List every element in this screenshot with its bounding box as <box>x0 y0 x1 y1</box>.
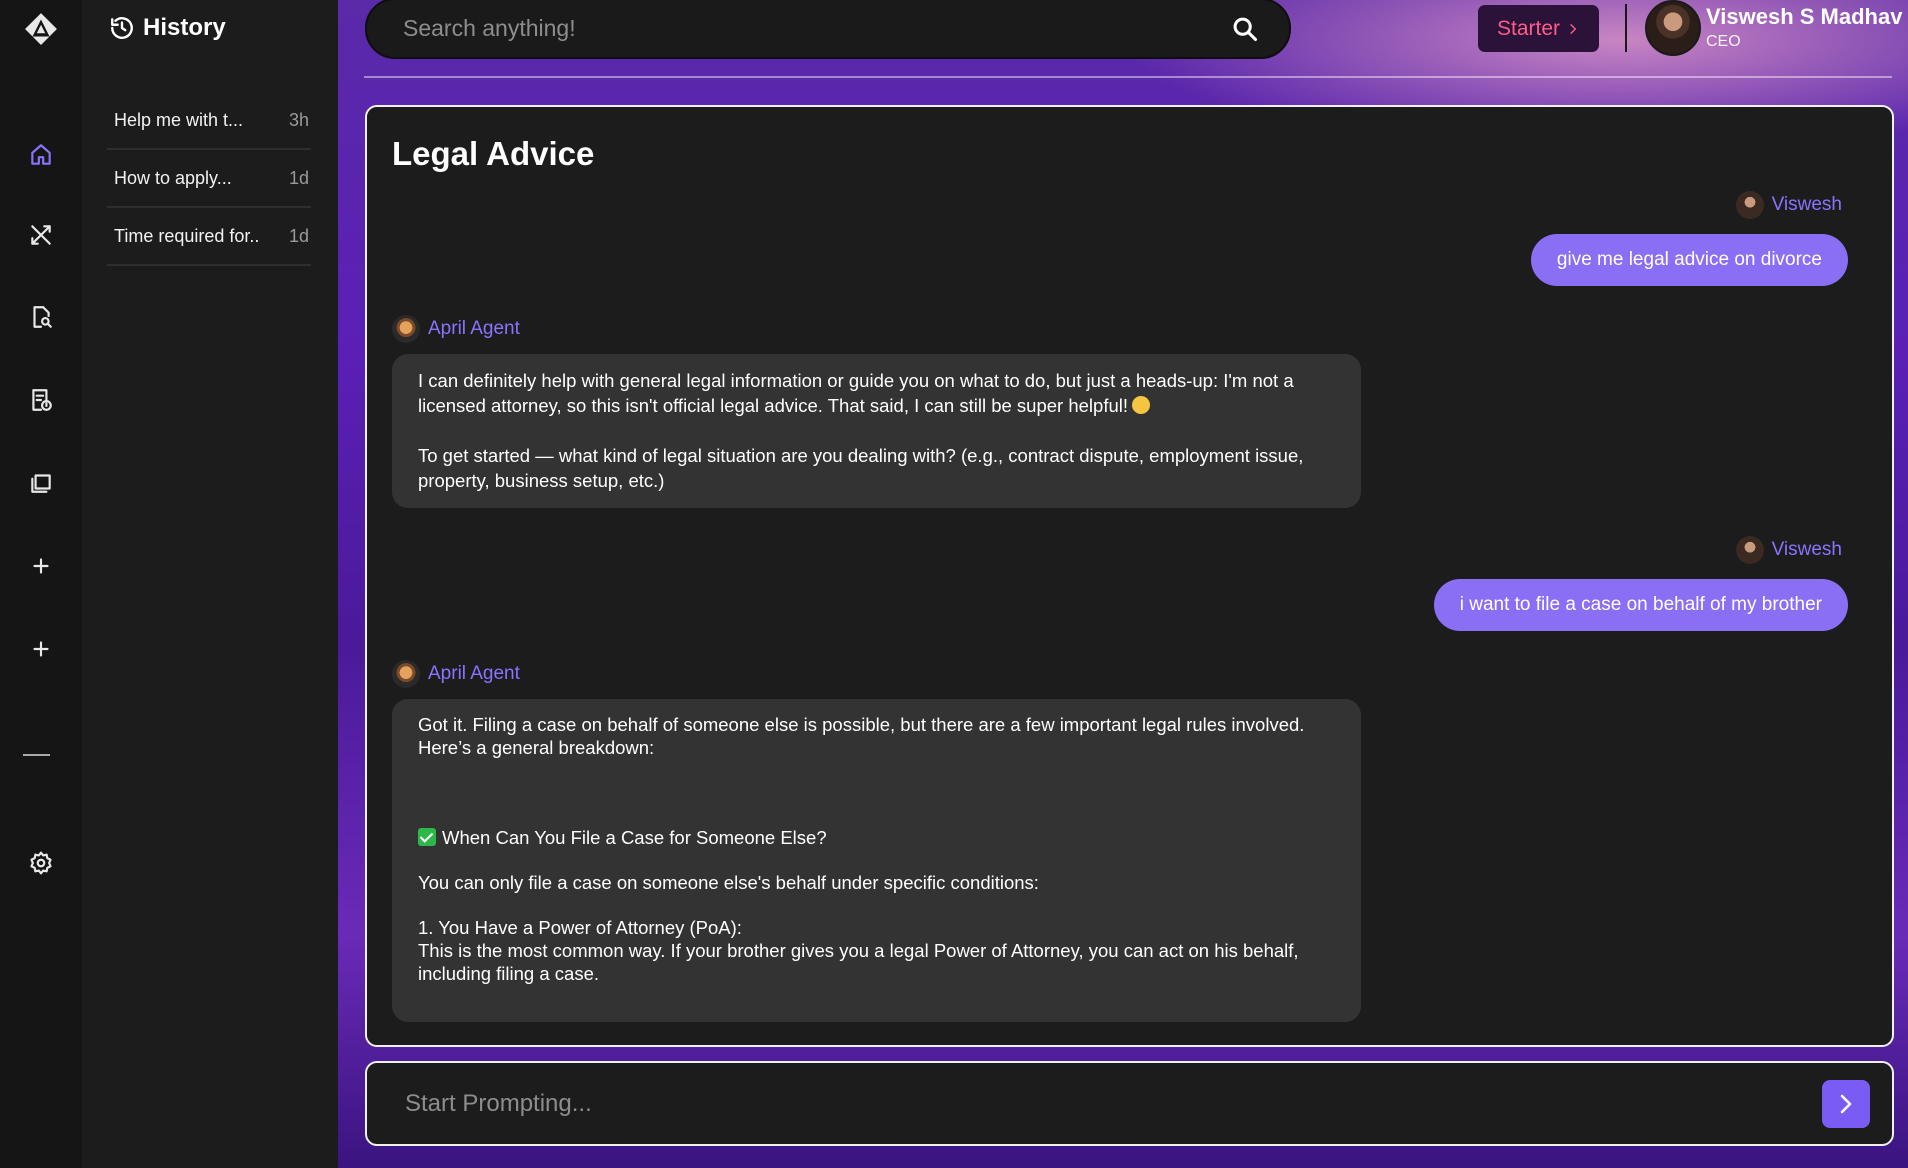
folder-icon[interactable] <box>0 460 82 504</box>
document-search-icon[interactable] <box>0 295 82 339</box>
top-divider <box>364 76 1892 78</box>
message-text: 1. You Have a Power of Attorney (PoA): <box>418 917 742 938</box>
header-separator <box>1625 4 1627 52</box>
author-name: April Agent <box>428 663 520 684</box>
page-title: Legal Advice <box>392 135 595 172</box>
rail-divider <box>23 754 50 756</box>
icon-rail <box>0 0 82 1168</box>
history-item-label: Time required for.. <box>114 225 260 246</box>
search-bar[interactable]: Search anything! <box>365 0 1291 59</box>
plus-icon[interactable] <box>0 544 82 588</box>
smiley-emoji-icon <box>1132 396 1151 414</box>
message-text: You can only file a case on someone else… <box>418 872 1039 893</box>
logo-icon[interactable] <box>0 6 82 52</box>
agent-avatar <box>392 660 420 688</box>
plan-button[interactable]: Starter <box>1478 5 1599 52</box>
tools-icon[interactable] <box>0 213 82 257</box>
author-name: Viswesh <box>1771 539 1842 560</box>
history-item[interactable]: Time required for.. 1d <box>107 208 311 266</box>
message-text: I can definitely help with general legal… <box>418 370 1294 416</box>
plus-icon[interactable] <box>0 627 82 671</box>
home-icon[interactable] <box>0 133 82 177</box>
message-text: This is the most common way. If your bro… <box>418 940 1299 984</box>
history-item-time: 1d <box>288 225 309 246</box>
history-icon <box>111 17 133 39</box>
history-panel: History Help me with t... 3h How to appl… <box>82 0 338 1168</box>
user-role: CEO <box>1706 33 1741 50</box>
chevron-right-icon <box>1570 23 1577 34</box>
agent-message: Got it. Filing a case on behalf of someo… <box>392 699 1361 1022</box>
avatar[interactable] <box>1645 0 1701 56</box>
send-button[interactable] <box>1822 1079 1870 1128</box>
settings-icon[interactable] <box>0 841 82 885</box>
user-message: i want to file a case on behalf of my br… <box>1433 579 1848 631</box>
message-text: Got it. Filing a case on behalf of someo… <box>418 714 1305 735</box>
history-item-label: How to apply... <box>114 167 232 188</box>
history-item-time: 1d <box>288 167 309 188</box>
author-name: April Agent <box>428 318 520 339</box>
avatar <box>1735 536 1764 564</box>
search-icon[interactable] <box>1231 15 1259 43</box>
history-item-label: Help me with t... <box>114 109 244 130</box>
user-author: Viswesh <box>1735 536 1842 564</box>
history-list: Help me with t... 3h How to apply... 1d … <box>107 92 311 266</box>
agent-author: April Agent <box>392 315 520 343</box>
history-header: History <box>109 12 226 44</box>
prompt-bar: Start Prompting... <box>365 1061 1894 1146</box>
history-title: History <box>143 14 226 41</box>
search-input[interactable]: Search anything! <box>403 15 1231 42</box>
agent-author: April Agent <box>392 660 520 688</box>
check-icon <box>418 828 436 846</box>
message-text: To get started — what kind of legal situ… <box>418 445 1304 491</box>
chevron-right-icon <box>1840 1094 1852 1113</box>
avatar <box>1735 191 1764 219</box>
report-icon[interactable] <box>0 378 82 422</box>
history-item[interactable]: Help me with t... 3h <box>107 92 311 150</box>
message-text: Here’s a general breakdown: <box>418 737 655 758</box>
chat-panel: Legal Advice Viswesh give me legal advic… <box>365 105 1894 1047</box>
author-name: Viswesh <box>1771 194 1842 215</box>
user-name: Viswesh S Madhav <box>1706 4 1903 29</box>
agent-avatar <box>392 315 420 343</box>
user-author: Viswesh <box>1735 191 1842 219</box>
history-item-time: 3h <box>288 109 309 130</box>
message-text: When Can You File a Case for Someone Els… <box>442 827 827 848</box>
user-message: give me legal advice on divorce <box>1530 234 1848 286</box>
plan-label: Starter <box>1496 16 1561 40</box>
prompt-input[interactable]: Start Prompting... <box>405 1090 1822 1118</box>
agent-message: I can definitely help with general legal… <box>392 354 1361 508</box>
history-item[interactable]: How to apply... 1d <box>107 150 311 208</box>
